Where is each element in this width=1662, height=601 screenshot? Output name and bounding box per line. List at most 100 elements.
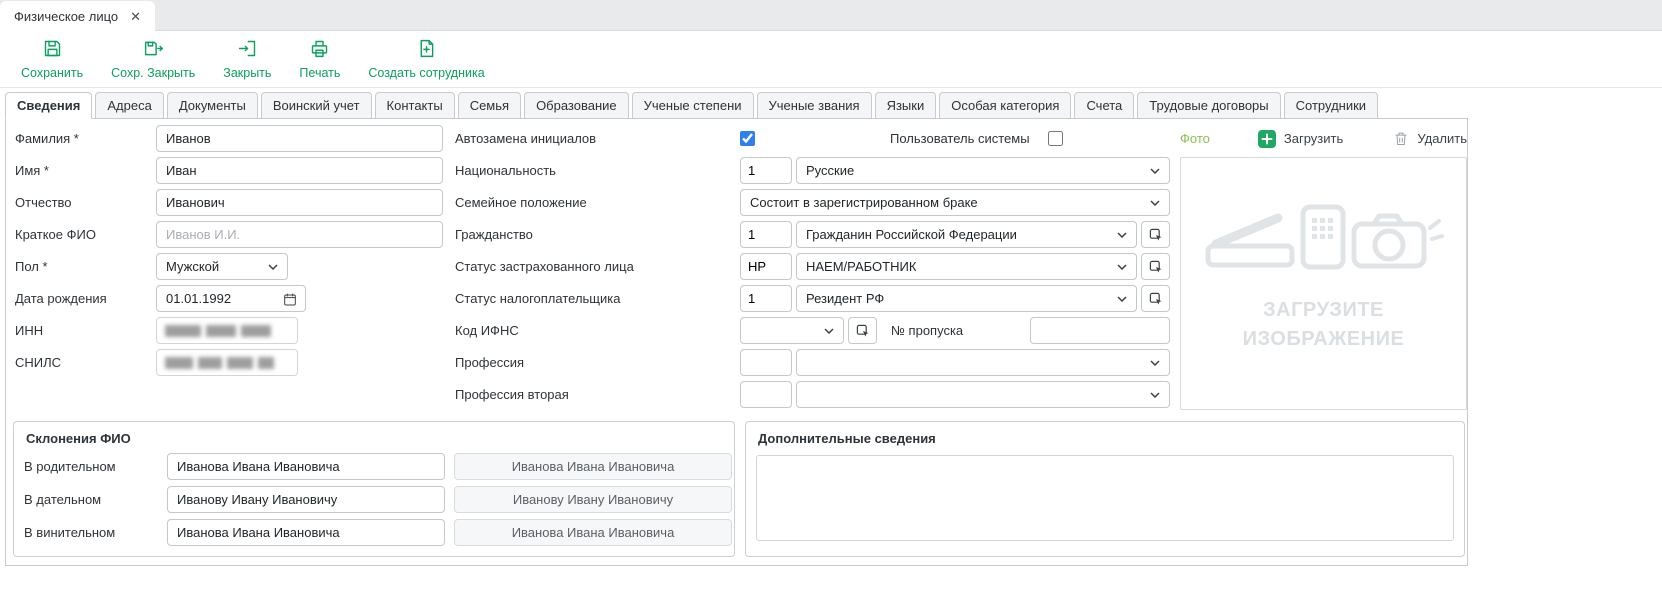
short-fio-input[interactable] [156,221,443,248]
close-button-label: Закрыть [223,66,271,80]
tab-uchenye-stepeni[interactable]: Ученые степени [632,92,754,119]
delete-photo-button[interactable]: Удалить [1393,130,1467,147]
tab-obrazovanie[interactable]: Образование [524,92,629,119]
gender-label: Пол * [15,259,156,274]
citizenship-lookup-button[interactable] [1141,221,1170,248]
taxpayer-status-lookup-button[interactable] [1141,285,1170,312]
snils-input[interactable] [156,349,298,376]
genitive-input[interactable] [167,453,445,480]
tab-uchenye-zvaniya[interactable]: Ученые звания [757,92,872,119]
accusative-label: В винительном [24,525,167,540]
inn-input[interactable] [156,317,298,344]
photo-column: Фото Загрузить Удалить [1180,125,1467,410]
print-button[interactable]: Печать [292,35,347,83]
photo-label: Фото [1180,131,1210,146]
window-tab-fizicheskoe-lico[interactable]: Физическое лицо ✕ [0,1,155,31]
tab-voinskiy-uchet[interactable]: Воинский учет [261,92,372,119]
profession-select[interactable] [796,349,1170,376]
chevron-down-icon [1117,296,1127,302]
tab-osobaya-kategoriya[interactable]: Особая категория [939,92,1071,119]
tab-semya[interactable]: Семья [458,92,521,119]
save-close-button[interactable]: Сохр. Закрыть [104,35,202,83]
tab-trudovye-dogovory[interactable]: Трудовые договоры [1137,92,1280,119]
citizenship-label: Гражданство [455,227,740,242]
trash-icon [1393,130,1409,147]
insured-status-select[interactable]: НАЕМ/РАБОТНИК [796,253,1137,280]
phone-icon [1300,204,1346,270]
marital-status-select[interactable]: Состоит в зарегистрированном браке [740,189,1170,216]
auto-initials-label: Автозамена инициалов [455,131,740,146]
create-employee-button[interactable]: Создать сотрудника [361,35,491,83]
gender-value: Мужской [166,259,219,274]
inn-label: ИНН [15,323,156,338]
birth-date-field[interactable] [156,285,306,312]
tab-scheta[interactable]: Счета [1074,92,1134,119]
profession-second-label: Профессия вторая [455,387,740,402]
taxpayer-status-select[interactable]: Резидент РФ [796,285,1137,312]
toolbar: Сохранить Сохр. Закрыть Закрыть Печать С… [0,31,1662,88]
gender-select[interactable]: Мужской [156,253,288,280]
declensions-panel: Склонения ФИО В родительном Иванова Иван… [13,421,735,557]
calendar-icon[interactable] [282,291,298,307]
birth-date-input[interactable] [166,291,282,306]
tab-sotrudniki[interactable]: Сотрудники [1284,92,1378,119]
middle-name-input[interactable] [156,189,443,216]
chevron-down-icon [1150,200,1160,206]
last-name-input[interactable] [156,125,443,152]
upload-photo-label: Загрузить [1284,131,1343,146]
nationality-value: Русские [806,163,854,178]
photo-placeholder-text: ЗАГРУЗИТЕ ИЗОБРАЖЕНИЕ [1243,296,1405,354]
citizenship-code-input[interactable] [740,221,792,248]
dative-input[interactable] [167,486,445,513]
plus-icon [1258,130,1276,148]
middle-name-label: Отчество [15,195,156,210]
window-tab-close-icon[interactable]: ✕ [130,10,141,23]
tab-dokumenty[interactable]: Документы [167,92,258,119]
insured-status-label: Статус застрахованного лица [455,259,740,274]
tab-kontakty[interactable]: Контакты [375,92,455,119]
close-button[interactable]: Закрыть [216,35,278,83]
window-tab-title: Физическое лицо [14,9,118,24]
tab-svedeniya[interactable]: Сведения [5,92,92,119]
profession-second-code-input[interactable] [740,381,792,408]
ifns-code-select[interactable] [740,317,844,344]
marital-status-label: Семейное положение [455,195,740,210]
nationality-select[interactable]: Русские [796,157,1170,184]
accusative-suggestion-button[interactable]: Иванова Ивана Ивановича [454,519,732,546]
photo-placeholder-icons [1204,204,1444,270]
nationality-code-input[interactable] [740,157,792,184]
save-button[interactable]: Сохранить [14,35,90,83]
profession-second-select[interactable] [796,381,1170,408]
insured-status-lookup-button[interactable] [1141,253,1170,280]
first-name-input[interactable] [156,157,443,184]
accusative-input[interactable] [167,519,445,546]
profession-code-input[interactable] [740,349,792,376]
citizenship-select[interactable]: Гражданин Российской Федерации [796,221,1137,248]
ifns-code-label: Код ИФНС [455,323,740,338]
create-employee-icon [416,38,437,62]
auto-initials-checkbox[interactable] [740,131,755,146]
genitive-suggestion-button[interactable]: Иванова Ивана Ивановича [454,453,732,480]
tab-yazyki[interactable]: Языки [875,92,937,119]
chevron-down-icon [1117,264,1127,270]
ifns-lookup-button[interactable] [848,317,877,344]
pass-number-input[interactable] [1030,317,1170,344]
additional-info-textarea[interactable] [756,455,1454,541]
additional-info-title: Дополнительные сведения [746,422,1464,453]
system-user-checkbox[interactable] [1048,131,1063,146]
taxpayer-status-code-input[interactable] [740,285,792,312]
upload-photo-button[interactable]: Загрузить [1258,130,1343,148]
nationality-label: Национальность [455,163,740,178]
save-close-icon [143,38,164,62]
genitive-label: В родительном [24,459,167,474]
chevron-down-icon [824,328,834,334]
short-fio-label: Краткое ФИО [15,227,156,242]
close-icon [237,38,258,62]
insured-status-code-input[interactable] [740,253,792,280]
app-window: Физическое лицо ✕ Сохранить Сохр. Закрыт… [0,0,1662,566]
tab-adresa[interactable]: Адреса [95,92,163,119]
lookup-icon [1148,259,1164,275]
dative-suggestion-button[interactable]: Иванову Ивану Ивановичу [454,486,732,513]
lookup-icon [855,323,871,339]
photo-dropzone[interactable]: ЗАГРУЗИТЕ ИЗОБРАЖЕНИЕ [1180,157,1467,410]
